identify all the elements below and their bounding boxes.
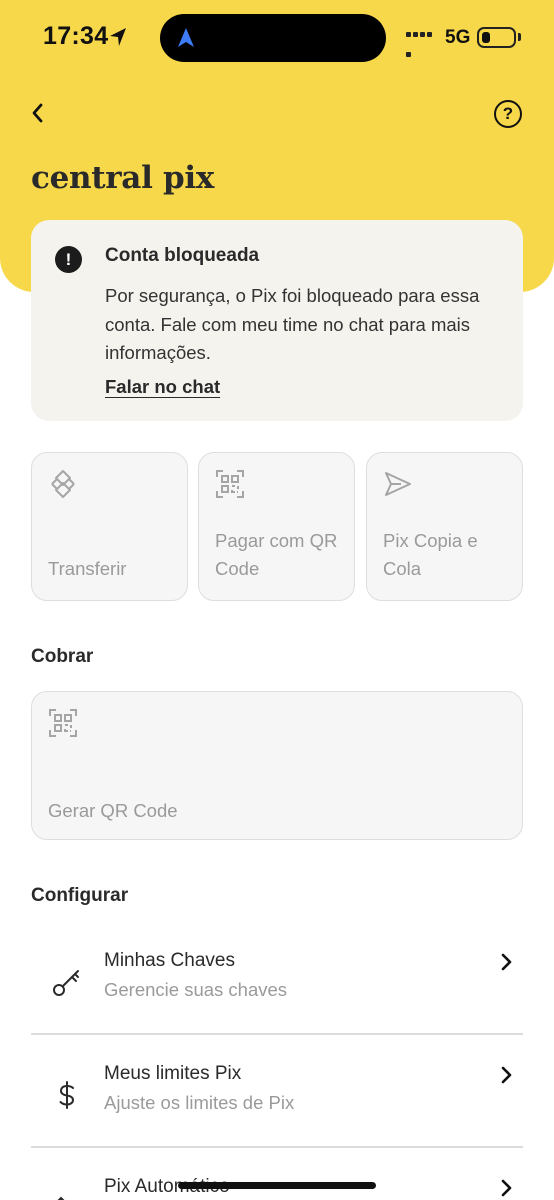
cobrar-section-title: Cobrar	[31, 646, 94, 667]
auto-transfer-icon	[57, 1196, 65, 1200]
transfer-tile[interactable]: Transferir	[31, 452, 188, 601]
status-time: 17:34	[43, 22, 109, 50]
location-arrow-icon	[110, 28, 126, 46]
pay-qr-label: Pagar com QR Code	[215, 530, 338, 579]
network-type: 5G	[445, 27, 471, 48]
qr-code-icon	[49, 709, 77, 737]
back-button[interactable]	[24, 98, 50, 128]
help-button[interactable]: ?	[494, 100, 522, 128]
page-title: central pix	[31, 160, 215, 196]
list-item-subtitle: Gerencie suas chaves	[104, 979, 288, 1000]
home-indicator	[178, 1182, 376, 1189]
generate-qr-label: Gerar QR Code	[48, 800, 178, 821]
alert-title: Conta bloqueada	[105, 245, 260, 266]
generate-qr-tile[interactable]: Gerar QR Code	[31, 691, 523, 840]
alert-message: Por segurança, o Pix foi bloqueado para …	[105, 285, 480, 363]
configurar-section-title: Configurar	[31, 885, 129, 906]
dollar-icon	[59, 1081, 75, 1109]
list-item-title: Minhas Chaves	[104, 950, 235, 971]
list-item-pix-automatic[interactable]: Pix Automático	[31, 1160, 523, 1200]
navigation-arrow-icon	[178, 28, 194, 47]
battery-level	[482, 32, 490, 43]
status-bar: 17:34 5G	[0, 0, 554, 78]
chevron-right-icon	[501, 1066, 512, 1084]
battery-icon	[477, 27, 516, 48]
list-item-my-keys[interactable]: Minhas Chaves Gerencie suas chaves	[31, 934, 523, 1047]
exclamation-icon: !	[55, 246, 82, 273]
list-item-title: Meus limites Pix	[104, 1063, 242, 1084]
chevron-right-icon	[501, 1179, 512, 1197]
transfer-label: Transferir	[48, 558, 127, 579]
chevron-left-icon	[32, 103, 43, 123]
battery-cap	[518, 33, 521, 41]
send-arrow-icon	[385, 472, 411, 496]
pix-copy-paste-label: Pix Copia e Cola	[383, 530, 478, 579]
list-item-pix-limits[interactable]: Meus limites Pix Ajuste os limites de Pi…	[31, 1047, 523, 1160]
chat-link[interactable]: Falar no chat	[105, 376, 220, 398]
pay-qr-tile[interactable]: Pagar com QR Code	[198, 452, 355, 601]
chevron-right-icon	[501, 953, 512, 971]
list-item-subtitle: Ajuste os limites de Pix	[104, 1092, 295, 1113]
pix-copy-paste-tile[interactable]: Pix Copia e Cola	[366, 452, 523, 601]
key-icon	[53, 970, 79, 996]
question-circle-icon: ?	[502, 104, 514, 123]
divider	[31, 1033, 523, 1035]
divider	[31, 1146, 523, 1148]
signal-strength-icon	[406, 32, 434, 57]
pix-diamond-icon	[51, 470, 75, 498]
blocked-account-alert: ! Conta bloqueada Por segurança, o Pix f…	[31, 220, 523, 421]
qr-code-icon	[216, 470, 244, 498]
